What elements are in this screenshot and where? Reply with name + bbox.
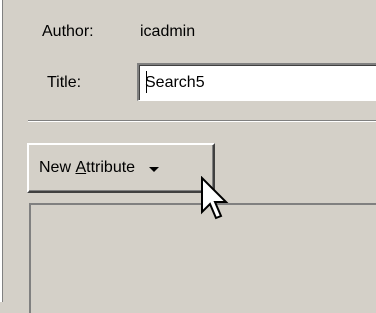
new-attribute-label-prefix: New xyxy=(39,159,72,176)
window-edge xyxy=(0,0,3,302)
text-caret xyxy=(146,71,147,93)
author-value: icadmin xyxy=(140,23,196,40)
separator xyxy=(28,120,376,122)
mouse-pointer-icon xyxy=(201,176,229,220)
new-attribute-label-mnemonic: A xyxy=(75,159,87,176)
dropdown-arrow-icon[interactable] xyxy=(149,166,160,172)
new-attribute-label-suffix: ttribute xyxy=(86,159,136,176)
new-attribute-button[interactable]: New Attribute xyxy=(27,143,215,193)
title-label: Title: xyxy=(47,74,82,91)
title-input[interactable] xyxy=(137,63,376,101)
dialog: Author: icadmin Title: New Attribute xyxy=(0,0,376,313)
author-label: Author: xyxy=(42,23,94,40)
